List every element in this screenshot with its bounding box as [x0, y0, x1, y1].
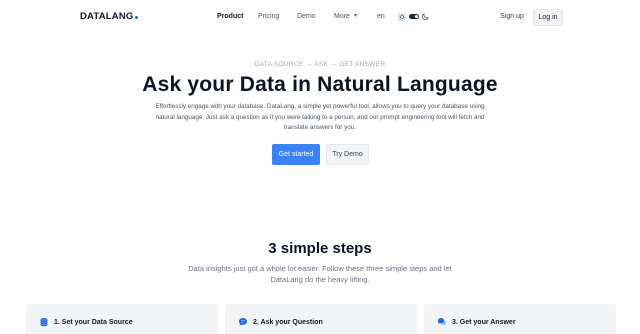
try-demo-button[interactable]: Try Demo — [326, 144, 369, 165]
steps-title: 3 simple steps — [268, 240, 372, 257]
step-card-get-answer: 3. Get your Answer — [424, 304, 616, 334]
step-card-data-source: 1. Set your Data Source — [26, 304, 218, 334]
nav-link-demo[interactable]: Demo — [297, 13, 316, 20]
hero-title: Ask your Data in Natural Language — [142, 73, 498, 96]
nav-link-more[interactable]: More ▼ — [334, 13, 358, 20]
step-card-label: 2. Ask your Question — [253, 319, 323, 326]
theme-toggle[interactable] — [409, 14, 419, 19]
steps-subtitle: Data insights just got a whole lot easie… — [188, 264, 452, 284]
nav-link-more-label: More — [334, 13, 350, 20]
top-nav: DATALANG Product Pricing Demo More ▼ en S… — [0, 0, 640, 36]
language-selector[interactable]: en — [377, 13, 385, 20]
moon-icon — [421, 13, 429, 21]
step-card-ask-question: 2. Ask your Question — [225, 304, 417, 334]
database-icon — [40, 317, 48, 327]
theme-switcher[interactable] — [398, 12, 430, 22]
hero-subtitle: Effortlessly engage with your database. … — [155, 103, 485, 132]
nav-link-product[interactable]: Product — [217, 13, 243, 20]
sun-icon — [398, 13, 406, 21]
sign-up-link[interactable]: Sign up — [496, 9, 528, 25]
nav-link-pricing[interactable]: Pricing — [258, 13, 279, 20]
log-in-button[interactable]: Log in — [533, 9, 563, 26]
chat-bubble-icon — [238, 317, 248, 326]
get-started-button[interactable]: Get started — [272, 144, 320, 165]
chevron-down-icon: ▼ — [352, 13, 358, 20]
hero-eyebrow: DATA SOURCE → ASK → GET ANSWER — [254, 61, 386, 68]
chat-bubbles-icon — [437, 317, 447, 326]
step-card-label: 1. Set your Data Source — [54, 319, 133, 326]
step-card-label: 3. Get your Answer — [452, 319, 516, 326]
